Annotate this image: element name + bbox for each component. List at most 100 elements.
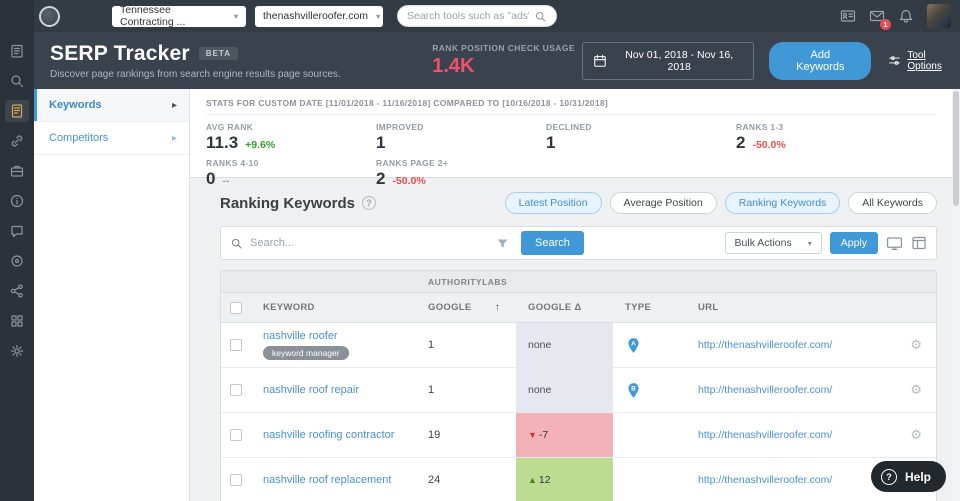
monitor-icon[interactable]: [886, 235, 903, 252]
columns-settings-icon[interactable]: [911, 235, 927, 251]
page-subtitle: Discover page rankings from search engin…: [50, 69, 432, 80]
search-icon[interactable]: [5, 70, 29, 92]
chevron-down-icon: ▾: [234, 12, 238, 21]
row-checkbox[interactable]: [230, 384, 242, 396]
title-block: SERP Tracker BETA Discover page rankings…: [50, 42, 432, 80]
search-button[interactable]: Search: [521, 231, 584, 255]
bell-icon[interactable]: [898, 8, 914, 24]
subnav-item-competitors[interactable]: Competitors ▸: [34, 122, 189, 155]
local-icon[interactable]: [5, 250, 29, 272]
table-row: nashville roofing contractor 19 ▼-7 http…: [221, 413, 936, 458]
metric-ranks-4-10: RANKS 4-10 0--: [206, 158, 376, 189]
col-type[interactable]: TYPE: [613, 302, 686, 313]
filter-latest-position[interactable]: Latest Position: [505, 192, 602, 214]
metric-avg-rank: AVG RANK 11.3+9.6%: [206, 122, 376, 153]
share-icon[interactable]: [5, 280, 29, 302]
app-logo[interactable]: [39, 6, 60, 27]
tool-search-input[interactable]: [407, 10, 529, 22]
info-icon[interactable]: [5, 190, 29, 212]
result-url-link[interactable]: http://thenashvilleroofer.com/: [698, 429, 832, 441]
keyword-link[interactable]: nashville roof replacement: [263, 474, 391, 486]
sort-asc-icon: ↑: [495, 302, 500, 313]
keyword-manager-badge: keyword manager: [263, 346, 349, 360]
vertical-scrollbar[interactable]: [952, 89, 960, 501]
type-cell: B: [613, 382, 686, 399]
domain-selector[interactable]: thenashvilleroofer.com ▾: [255, 6, 383, 27]
date-range-picker[interactable]: Nov 01, 2018 - Nov 16, 2018: [582, 42, 754, 80]
col-google[interactable]: GOOGLE↑: [416, 302, 516, 313]
col-keyword[interactable]: KEYWORD: [251, 302, 416, 313]
keyword-search-input[interactable]: [250, 237, 492, 249]
add-keywords-button[interactable]: Add Keywords: [769, 42, 871, 80]
google-rank: 19: [416, 429, 516, 441]
contacts-icon[interactable]: [840, 8, 856, 24]
messages-mail-icon[interactable]: 1: [869, 8, 885, 24]
keyword-link[interactable]: nashville roof repair: [263, 384, 359, 396]
serp-tracker-icon[interactable]: [5, 100, 29, 122]
links-icon[interactable]: [5, 130, 29, 152]
stats-metrics: AVG RANK 11.3+9.6% IMPROVED 1 DECLINED 1…: [206, 122, 952, 189]
arrow-right-icon: ▸: [172, 133, 177, 144]
messages-icon[interactable]: [5, 220, 29, 242]
metric-improved: IMPROVED 1: [376, 122, 546, 153]
result-url-link[interactable]: http://thenashvilleroofer.com/: [698, 384, 832, 396]
chevron-down-icon: ▾: [376, 12, 380, 21]
reports-icon[interactable]: [5, 40, 29, 62]
tool-options-link[interactable]: Tool Options: [888, 50, 960, 72]
google-delta: none: [516, 323, 613, 367]
topbar-actions: 1: [840, 4, 951, 28]
serp-tracker-app: Tennessee Contracting ... ▾ thenashville…: [0, 0, 960, 501]
filter-all-keywords[interactable]: All Keywords: [848, 192, 937, 214]
help-question-icon[interactable]: ?: [362, 196, 376, 210]
apps-icon[interactable]: [5, 310, 29, 332]
section-header: Ranking Keywords ? Latest Position Avera…: [220, 192, 937, 214]
row-settings-gear-icon[interactable]: ⚙: [891, 427, 936, 443]
account-selector[interactable]: Tennessee Contracting ... ▾: [112, 6, 246, 27]
page-header: SERP Tracker BETA Discover page rankings…: [34, 32, 960, 89]
filter-ranking-keywords[interactable]: Ranking Keywords: [725, 192, 841, 214]
table-row: nashville roofer keyword manager 1 none …: [221, 323, 936, 368]
row-checkbox[interactable]: [230, 474, 242, 486]
keyword-link[interactable]: nashville roofing contractor: [263, 429, 394, 441]
google-delta: ▲12: [516, 458, 613, 501]
table-group-header: AUTHORITYLABS: [221, 271, 936, 293]
settings-gear-icon[interactable]: [5, 340, 29, 362]
calendar-icon: [593, 54, 607, 68]
date-range-value: Nov 01, 2018 - Nov 16, 2018: [615, 49, 743, 73]
search-icon[interactable]: [534, 10, 547, 23]
usage-block: RANK POSITION CHECK USAGE 1.4K: [432, 43, 578, 78]
result-url-link[interactable]: http://thenashvilleroofer.com/: [698, 474, 832, 486]
help-question-icon: ?: [881, 469, 897, 485]
table-row: nashville roof repair 1 none B http://th…: [221, 368, 936, 413]
help-button[interactable]: ? Help: [871, 461, 946, 492]
tool-search: [397, 5, 557, 27]
row-checkbox[interactable]: [230, 339, 242, 351]
notification-badge: 1: [880, 19, 891, 30]
account-selector-value: Tennessee Contracting ...: [120, 4, 226, 28]
keyword-link[interactable]: nashville roofer: [263, 330, 338, 342]
metric-ranks-1-3: RANKS 1-3 2-50.0%: [736, 122, 952, 153]
triangle-down-icon: ▼: [528, 430, 537, 440]
col-url[interactable]: URL: [686, 302, 891, 313]
row-settings-gear-icon[interactable]: ⚙: [891, 382, 936, 398]
row-checkbox[interactable]: [230, 429, 242, 441]
row-settings-gear-icon[interactable]: ⚙: [891, 337, 936, 353]
map-pin-icon: A: [627, 337, 640, 354]
filter-average-position[interactable]: Average Position: [610, 192, 717, 214]
bulk-actions-select[interactable]: Bulk Actions ▾: [725, 232, 822, 254]
result-url-link[interactable]: http://thenashvilleroofer.com/: [698, 339, 832, 351]
profile-avatar[interactable]: [927, 4, 951, 28]
metric-ranks-page-2plus: RANKS PAGE 2+ 2-50.0%: [376, 158, 546, 189]
google-delta: none: [516, 368, 613, 412]
apply-button[interactable]: Apply: [830, 232, 878, 254]
select-all-checkbox[interactable]: [230, 302, 242, 314]
scrollbar-thumb[interactable]: [953, 91, 959, 206]
col-google-delta[interactable]: GOOGLE Δ: [516, 302, 613, 313]
icon-rail: [0, 0, 34, 501]
domain-selector-value: thenashvilleroofer.com: [263, 10, 368, 22]
business-icon[interactable]: [5, 160, 29, 182]
filter-funnel-icon[interactable]: [496, 237, 509, 250]
google-rank: 1: [416, 339, 516, 351]
subnav-item-keywords[interactable]: Keywords ▸: [34, 89, 189, 122]
map-pin-icon: B: [627, 382, 640, 399]
